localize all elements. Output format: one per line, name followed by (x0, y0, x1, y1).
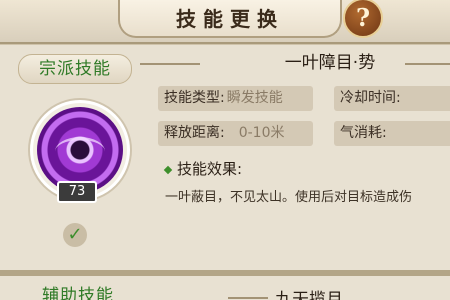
page-title: 技能更换 (176, 7, 284, 31)
check-icon[interactable]: ✓ (63, 223, 87, 247)
cooldown-label: 冷却时间: (340, 90, 401, 106)
title-plate: 技能更换 (118, 0, 342, 38)
effect-description: 一叶蔽目，不见太山。使用后对目标造成伤 (165, 190, 413, 205)
qi-cost-field: 气消耗: (334, 121, 450, 146)
range-label: 释放距离: (164, 125, 225, 141)
skill-name-2: 九天揽月 (275, 290, 343, 300)
effect-title: 技能效果: (177, 160, 243, 178)
effect-heading: 技能效果: (163, 158, 243, 179)
skill-type-field: 技能类型: 瞬发技能 (158, 86, 313, 111)
qi-cost-label: 气消耗: (340, 125, 387, 141)
title-ornament-left (140, 63, 200, 65)
eye-lid-icon (55, 137, 105, 166)
skill-type-label: 技能类型: (164, 90, 225, 106)
title-ornament-left-2 (228, 297, 268, 299)
skill-level-badge: 73 (57, 181, 97, 203)
category-label-sect: 宗派技能 (18, 54, 132, 84)
skill-change-window: 技能更换 ? 宗派技能 73 ✓ 一叶障目·势 技能类型: 瞬发技能 冷却时间: … (0, 0, 450, 300)
range-field: 释放距离: 0-10米 (158, 121, 313, 146)
title-ornament-right (405, 63, 450, 65)
category-label-assist: 辅助技能 (42, 286, 114, 300)
range-value: 0-10米 (238, 125, 285, 141)
skill-type-value: 瞬发技能 (226, 90, 283, 106)
cooldown-field: 冷却时间: (334, 86, 450, 111)
diamond-bullet-icon (163, 165, 173, 174)
